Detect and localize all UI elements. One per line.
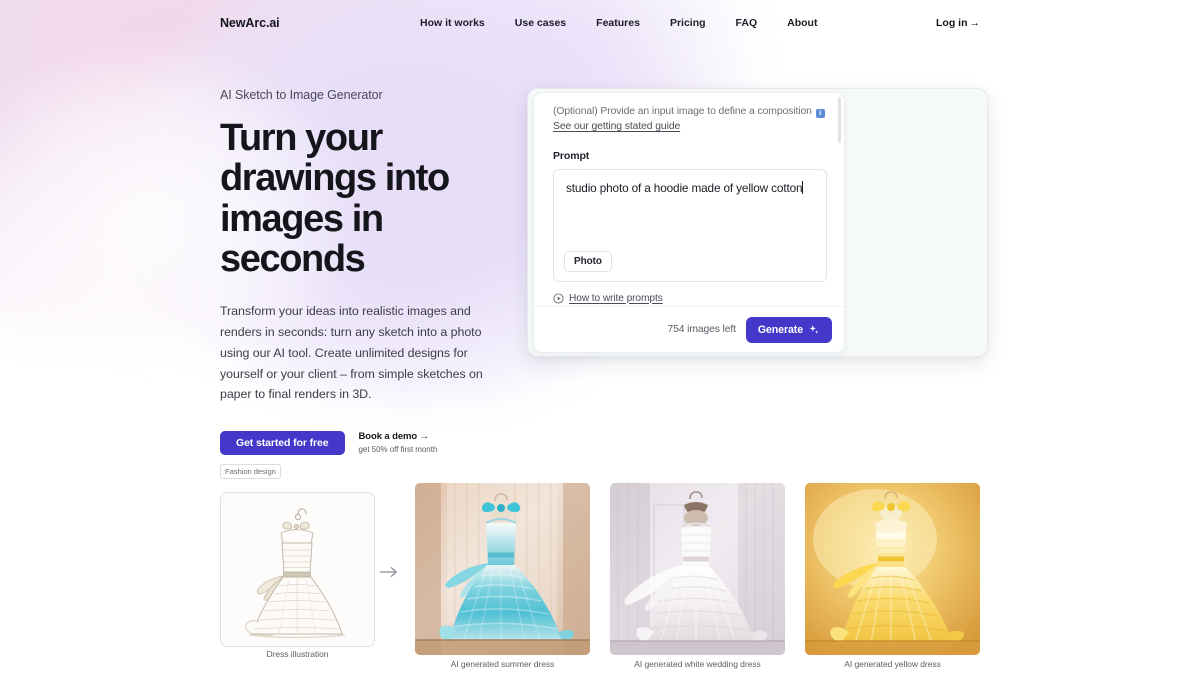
page-title: Turn your drawings into images in second… — [220, 117, 450, 280]
prompt-panel-scrollbar[interactable] — [838, 97, 841, 143]
text-caret — [802, 180, 804, 194]
arrow-right-icon: → — [969, 16, 981, 29]
book-demo-link[interactable]: Book a demo → get 50% off first month — [359, 431, 438, 455]
login-label: Log in — [936, 16, 968, 29]
play-circle-icon — [553, 292, 564, 304]
nav-item-about[interactable]: About — [787, 13, 817, 33]
nav-item-features[interactable]: Features — [596, 13, 640, 33]
style-tag-photo[interactable]: Photo — [564, 250, 612, 272]
info-icon: i — [815, 109, 825, 118]
arrow-right-flow-icon — [380, 566, 398, 578]
sketch-thumbnail[interactable] — [220, 492, 375, 647]
generate-button-label: Generate — [757, 323, 803, 336]
nav-item-pricing[interactable]: Pricing — [670, 13, 706, 33]
book-demo-label: Book a demo → — [358, 431, 430, 443]
input-image-hint: (Optional) Provide an input image to def… — [553, 105, 827, 135]
nav-item-use-cases[interactable]: Use cases — [515, 13, 566, 33]
login-link[interactable]: Log in → — [936, 17, 980, 29]
prompt-value: studio photo of a hoodie made of yellow … — [566, 180, 803, 195]
credits-remaining: 754 images left — [667, 324, 736, 335]
prompt-input[interactable]: studio photo of a hoodie made of yellow … — [553, 168, 827, 282]
hero-description: Transform your ideas into realistic imag… — [220, 304, 483, 402]
category-badge: Fashion design — [220, 464, 281, 479]
prompt-tag-row: Photo — [564, 250, 612, 272]
result-image-white-wedding-dress[interactable] — [610, 483, 785, 655]
generator-footer: 754 images left Generate — [534, 306, 844, 352]
book-demo-sublabel: get 50% off first month — [358, 445, 438, 455]
generate-button[interactable]: Generate — [745, 316, 832, 343]
how-to-write-prompts-link[interactable]: How to write prompts — [553, 293, 827, 304]
result-image-summer-dress[interactable] — [415, 483, 590, 655]
result-image-yellow-dress[interactable] — [805, 483, 980, 655]
result-caption-white-wedding-dress: AI generated white wedding dress — [634, 659, 761, 669]
ai-generated-summer-dress-icon — [415, 483, 590, 655]
dress-illustration-icon — [221, 493, 374, 646]
prompt-text-wrapper: studio photo of a hoodie made of yellow … — [566, 180, 814, 198]
brand-logo[interactable]: NewArc.ai — [220, 16, 280, 30]
prompt-panel: (Optional) Provide an input image to def… — [533, 92, 845, 353]
getting-started-guide-link[interactable]: See our getting stated guide — [553, 121, 680, 132]
main-navigation: How it works Use cases Features Pricing … — [420, 13, 817, 33]
hero-copy: AI Sketch to Image Generator Turn your d… — [220, 88, 520, 456]
result-caption-summer-dress: AI generated summer dress — [450, 659, 555, 669]
nav-item-faq[interactable]: FAQ — [736, 13, 758, 33]
landing-page: NewArc.ai How it works Use cases Feature… — [0, 0, 1200, 675]
how-to-write-prompts-label: How to write prompts — [569, 292, 663, 304]
prompt-panel-body: (Optional) Provide an input image to def… — [534, 93, 844, 314]
sparkle-icon — [809, 324, 819, 334]
prompt-label: Prompt — [553, 149, 590, 162]
get-started-button[interactable]: Get started for free — [220, 431, 345, 456]
ai-generated-white-wedding-dress-icon — [610, 483, 785, 655]
hero-eyebrow: AI Sketch to Image Generator — [220, 88, 383, 102]
sketch-caption: Dress illustration — [266, 649, 329, 659]
site-header: NewArc.ai How it works Use cases Feature… — [0, 0, 1200, 45]
hero-cta-row: Get started for free Book a demo → get 5… — [220, 431, 520, 456]
ai-generated-yellow-dress-icon — [805, 483, 980, 655]
nav-item-how-it-works[interactable]: How it works — [420, 13, 485, 33]
result-caption-yellow-dress: AI generated yellow dress — [844, 659, 941, 669]
input-image-hint-text: (Optional) Provide an input image to def… — [553, 106, 812, 117]
